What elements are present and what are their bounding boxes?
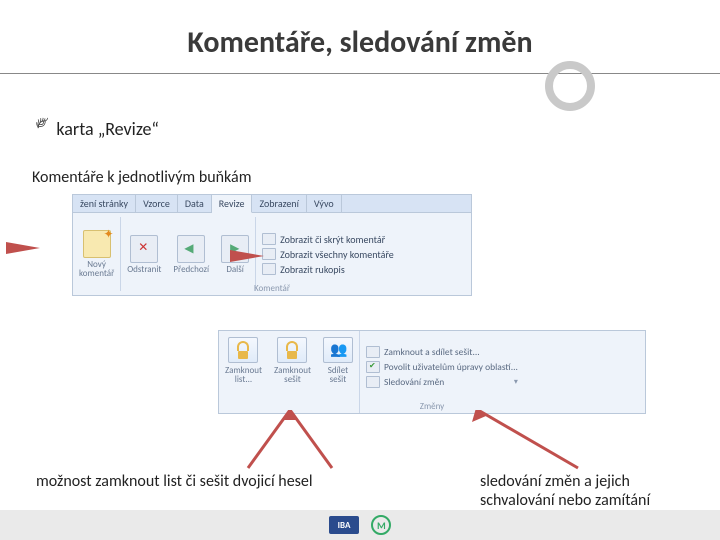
lock-and-share-button[interactable]: Zamknout a sdílet sešit... (366, 346, 518, 358)
tab-view[interactable]: Zobrazení (252, 195, 306, 212)
lock-workbook-icon (277, 337, 307, 363)
track-changes-button[interactable]: Sledování změn ▾ (366, 376, 518, 388)
subheading-comments: Komentáře k jednotlivým buňkám (32, 168, 690, 187)
show-ink-icon (262, 263, 276, 275)
tab-formulas[interactable]: Vzorce (136, 195, 178, 212)
footer-logo-muni (371, 515, 391, 535)
tab-review[interactable]: Revize (212, 195, 253, 213)
track-changes-icon (366, 376, 380, 388)
show-all-icon (262, 248, 276, 260)
bullet-item: ༗ karta „Revize“ (36, 104, 690, 154)
delete-label: Odstranit (127, 265, 161, 274)
ribbon-tabs: žení stránky Vzorce Data Revize Zobrazen… (73, 195, 471, 213)
new-comment-label: Nový komentář (79, 260, 114, 278)
divider (0, 73, 720, 74)
arrow-diag-right (468, 410, 588, 480)
delete-icon (130, 235, 158, 263)
group-label-comments: Komentář (73, 283, 471, 294)
lock-sheet-icon (228, 337, 258, 363)
show-hide-comment-button[interactable]: Zobrazit či skrýt komentář (262, 233, 394, 246)
tab-page-layout[interactable]: žení stránky (73, 195, 136, 212)
tab-developer[interactable]: Vývo (307, 195, 342, 212)
caption-track: sledování změn a jejich schvalování nebo… (480, 472, 700, 510)
arrow-v-left (240, 410, 340, 480)
next-label: Další (226, 265, 244, 274)
lock-share-label: Zamknout a sdílet sešit... (384, 346, 480, 358)
decor-circle (545, 61, 595, 111)
show-hide-icon (262, 233, 276, 245)
allow-users-button[interactable]: Povolit uživatelům úpravy oblastí... (366, 361, 518, 373)
allow-users-icon (366, 361, 380, 373)
lock-workbook-label: Zamknout sešit (274, 366, 311, 384)
show-ink-button[interactable]: Zobrazit rukopis (262, 263, 394, 276)
prev-arrow-icon (177, 235, 205, 263)
prev-label: Předchozí (173, 265, 209, 274)
lock-share-icon (366, 346, 380, 358)
share-workbook-label: Sdílet sešit (328, 366, 348, 384)
arrow-pointer-1 (6, 242, 40, 254)
arrow-pointer-2 (230, 250, 264, 262)
ribbon-changes: Zamknout list... Zamknout sešit Sdílet s… (218, 330, 646, 414)
track-changes-label: Sledování změn (384, 376, 444, 388)
footer-logo-iba: IBA (329, 516, 359, 534)
show-ink-label: Zobrazit rukopis (280, 263, 345, 276)
tab-data[interactable]: Data (178, 195, 212, 212)
show-hide-label: Zobrazit či skrýt komentář (280, 233, 385, 246)
page-title: Komentáře, sledování změn (30, 24, 690, 61)
bullet-text: karta „Revize“ (56, 118, 158, 140)
allow-users-label: Povolit uživatelům úpravy oblastí... (384, 361, 518, 373)
show-all-comments-button[interactable]: Zobrazit všechny komentáře (262, 248, 394, 261)
footer: IBA (0, 510, 720, 540)
caption-lock: možnost zamknout list či sešit dvojicí h… (36, 472, 313, 491)
share-workbook-icon (323, 337, 353, 363)
show-all-label: Zobrazit všechny komentáře (280, 248, 394, 261)
lock-sheet-label: Zamknout list... (225, 366, 262, 384)
new-comment-icon (83, 230, 111, 258)
ribbon-comments: žení stránky Vzorce Data Revize Zobrazen… (72, 194, 472, 296)
bullet-icon: ༗ (36, 104, 48, 154)
chevron-down-icon: ▾ (514, 377, 518, 387)
